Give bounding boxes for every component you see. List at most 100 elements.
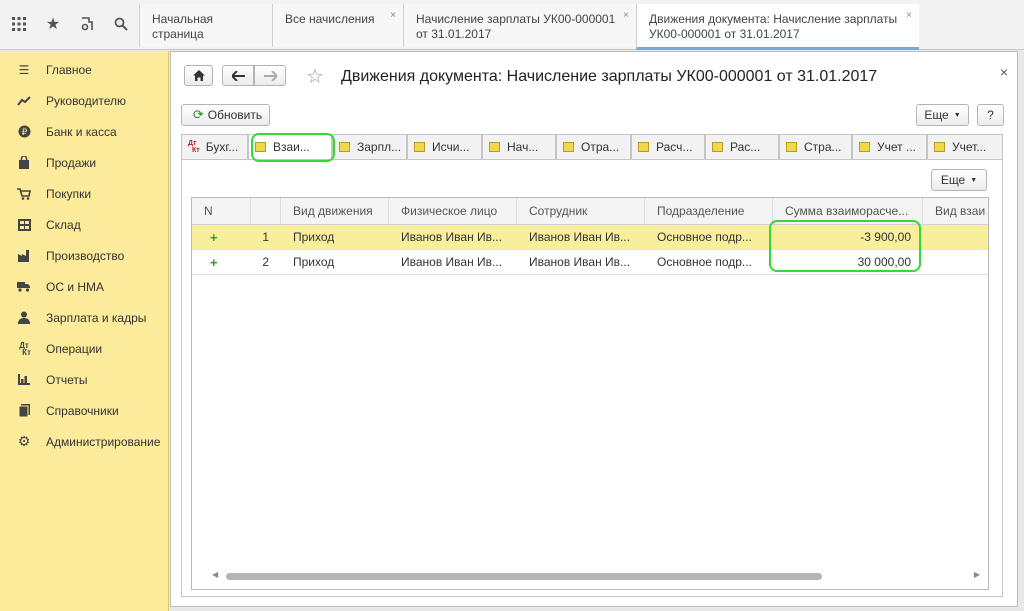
register-icon (563, 142, 574, 152)
column-header-kind[interactable]: Вид взаи (923, 198, 988, 225)
table-more-button[interactable]: Еще ▼ (931, 169, 987, 191)
tab-salary[interactable]: Зарпл... (332, 134, 407, 159)
row-employee: Иванов Иван Ив... (529, 255, 631, 269)
more-label: Еще (940, 173, 966, 187)
row-movement: Приход (293, 230, 335, 244)
sidebar-item-directories[interactable]: Справочники (0, 395, 169, 426)
tab-home[interactable]: Начальная страница (139, 4, 272, 47)
register-icon (638, 142, 649, 152)
sidebar-item-operations[interactable]: Дт Кт Операции (0, 333, 169, 364)
refresh-label: Обновить (207, 108, 263, 122)
forward-button[interactable] (254, 65, 286, 86)
apps-icon[interactable] (2, 0, 36, 48)
sidebar-item-warehouse[interactable]: Склад (0, 209, 169, 240)
sidebar: ☰ Главное Руководителю ₽ Банк и касса Пр… (0, 51, 169, 611)
sidebar-item-bank[interactable]: ₽ Банк и касса (0, 116, 169, 147)
column-header-person[interactable]: Физическое лицо (389, 198, 517, 225)
highlight-amount-values (769, 220, 921, 272)
svg-text:₽: ₽ (21, 128, 27, 138)
sidebar-item-label: Операции (46, 341, 103, 356)
refresh-button[interactable]: ⟳ Обновить (181, 104, 270, 126)
column-header-employee[interactable]: Сотрудник (517, 198, 645, 225)
tab-label: Нач... (507, 140, 539, 154)
more-label: Еще (924, 108, 949, 122)
book-icon (17, 404, 31, 418)
tab-label: Рас... (730, 140, 761, 154)
tab-accruals[interactable]: Нач... (482, 134, 556, 159)
help-button[interactable]: ? (977, 104, 1004, 126)
tab-label: Отра... (581, 140, 620, 154)
scroll-left-icon[interactable]: ◀ (212, 570, 218, 579)
sidebar-item-manager[interactable]: Руководителю (0, 85, 169, 116)
close-icon[interactable]: × (1000, 64, 1008, 80)
tab-payroll-document[interactable]: Начисление зарплаты УК00-000001 от 31.01… (403, 4, 636, 47)
sidebar-item-sales[interactable]: Продажи (0, 147, 169, 178)
dt-kt-icon: Дт Кт (19, 340, 31, 357)
column-header-movement[interactable]: Вид движения (281, 198, 389, 225)
sidebar-item-payroll[interactable]: Зарплата и кадры (0, 302, 169, 333)
sidebar-item-label: Главное (46, 62, 92, 77)
register-icon (786, 142, 797, 152)
sidebar-item-purchases[interactable]: Покупки (0, 178, 169, 209)
scroll-right-icon[interactable]: ▶ (974, 570, 980, 579)
tab-expenses[interactable]: Рас... (705, 134, 779, 159)
tab-all-accruals[interactable]: Все начисления × (272, 4, 403, 47)
trend-icon (17, 94, 31, 108)
tab-label: Учет... (952, 140, 987, 154)
row-marker: + (210, 254, 218, 270)
row-department: Основное подр... (657, 230, 752, 244)
help-label: ? (987, 108, 994, 122)
top-bar: ★ Начальная страница Все начисления × На… (0, 0, 1024, 50)
row-department: Основное подр... (657, 255, 752, 269)
sidebar-item-main[interactable]: ☰ Главное (0, 54, 169, 85)
tab-accounting-2[interactable]: Учет ... (852, 134, 927, 159)
register-icon (414, 142, 425, 152)
tab-accounting-3[interactable]: Учет... (927, 134, 1003, 159)
more-button[interactable]: Еще ▼ (916, 104, 969, 126)
tab-insurance[interactable]: Стра... (779, 134, 852, 159)
menu-icon: ☰ (18, 62, 30, 77)
close-icon[interactable]: × (390, 8, 396, 23)
sidebar-item-label: Справочники (46, 403, 119, 418)
back-button[interactable] (222, 65, 254, 86)
tab-label: Стра... (804, 140, 842, 154)
close-icon[interactable]: × (623, 8, 629, 23)
star-icon[interactable]: ★ (36, 0, 70, 48)
register-icon (934, 142, 945, 152)
tab-accounting[interactable]: Дт Кт Бухг... (181, 134, 248, 159)
tab-label: Исчи... (432, 140, 470, 154)
tab-reflection[interactable]: Отра... (556, 134, 631, 159)
tab-label: Расч... (656, 140, 693, 154)
truck-icon (17, 280, 31, 294)
sidebar-item-fixed-assets[interactable]: ОС и НМА (0, 271, 169, 302)
history-icon[interactable] (70, 0, 104, 48)
column-header-department[interactable]: Подразделение (645, 198, 773, 225)
column-header-blank[interactable] (251, 198, 281, 225)
favorite-star-icon[interactable]: ☆ (306, 64, 324, 89)
home-button[interactable] (184, 65, 213, 86)
chevron-down-icon: ▼ (970, 176, 978, 184)
tab-label: Бухг... (205, 140, 239, 154)
sidebar-item-administration[interactable]: ⚙ Администрирование (0, 426, 169, 457)
tab-calculation[interactable]: Расч... (631, 134, 705, 159)
row-marker: + (210, 229, 218, 245)
tab-label: Движения документа: Начисление зарплаты … (649, 12, 898, 41)
sidebar-item-reports[interactable]: Отчеты (0, 364, 169, 395)
sidebar-item-production[interactable]: Производство (0, 240, 169, 271)
search-icon[interactable] (104, 0, 138, 48)
row-employee: Иванов Иван Ив... (529, 230, 631, 244)
close-icon[interactable]: × (906, 8, 912, 23)
row-number: 1 (262, 230, 269, 244)
factory-icon (17, 249, 31, 263)
column-header-n[interactable]: N (192, 198, 251, 225)
arrow-left-icon (231, 70, 245, 81)
tab-label: Начальная страница (152, 12, 214, 41)
tab-document-movements[interactable]: Движения документа: Начисление зарплаты … (636, 4, 919, 50)
bag-icon (17, 156, 31, 170)
row-person: Иванов Иван Ив... (401, 230, 503, 244)
scrollbar-thumb[interactable] (226, 573, 822, 580)
tab-calculated[interactable]: Исчи... (407, 134, 482, 159)
horizontal-scrollbar[interactable]: ◀ ▶ (212, 570, 980, 581)
row-kind (923, 225, 988, 249)
sidebar-item-label: ОС и НМА (46, 279, 105, 294)
